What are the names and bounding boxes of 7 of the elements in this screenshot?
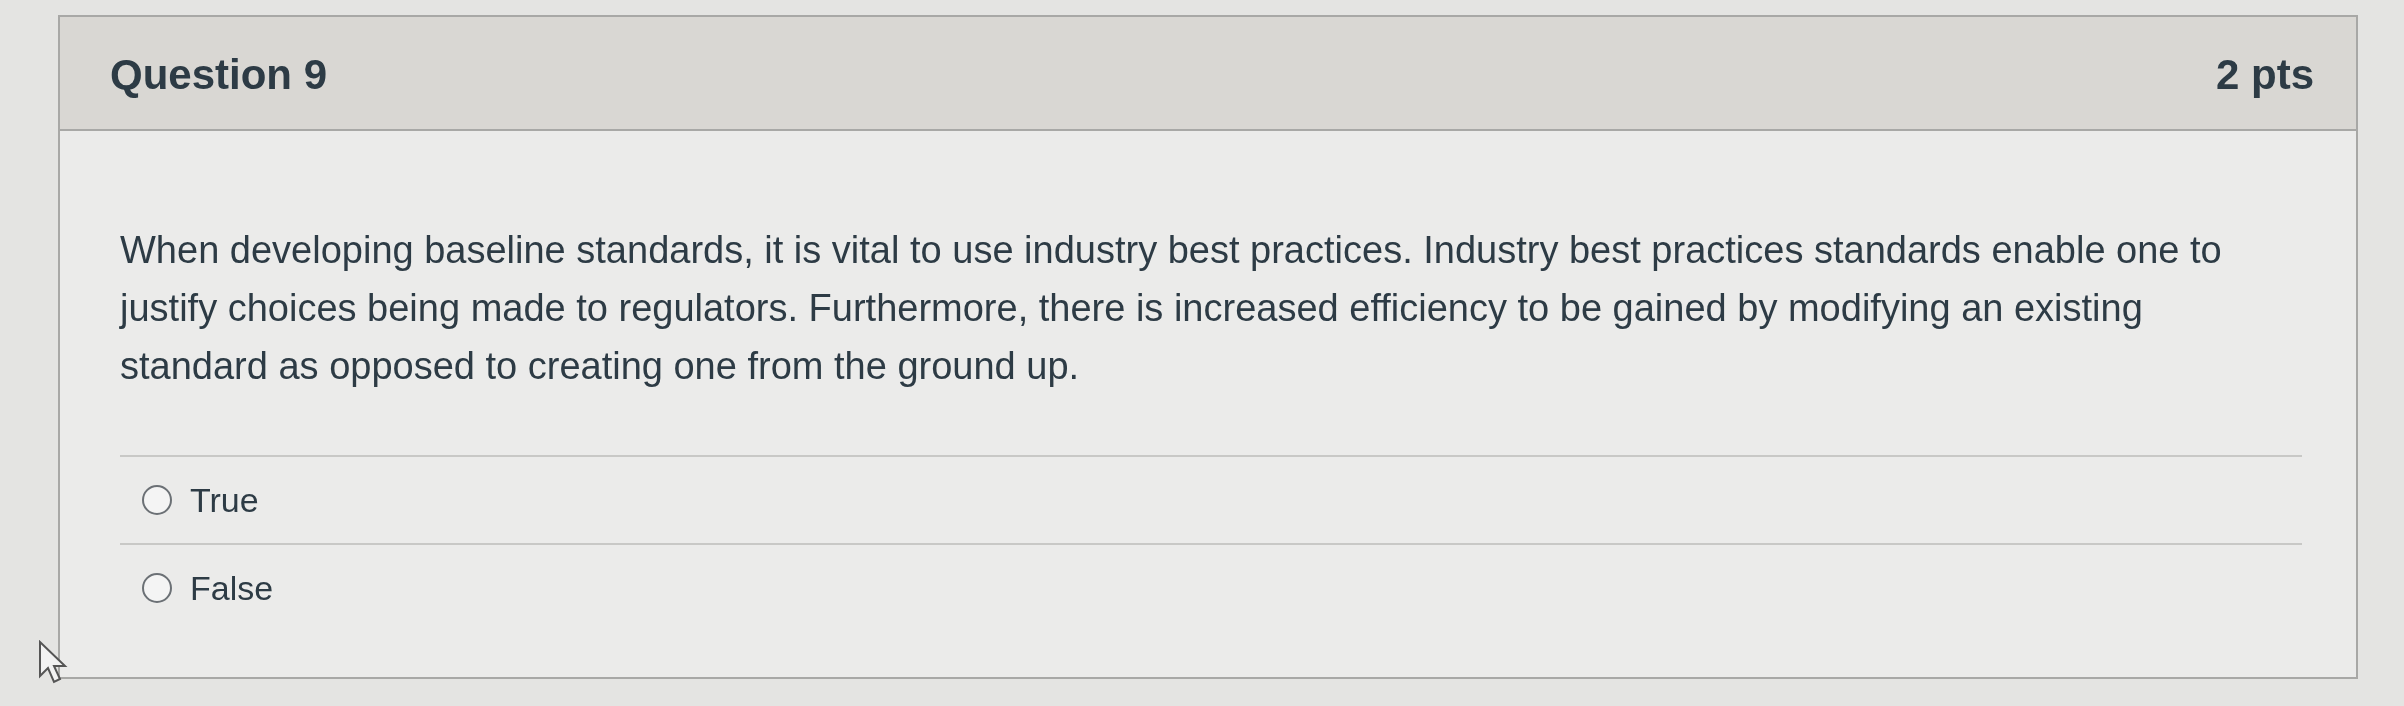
option-label: True	[190, 479, 259, 521]
radio-button[interactable]	[142, 485, 172, 515]
radio-button[interactable]	[142, 573, 172, 603]
option-label: False	[190, 567, 274, 609]
question-title: Question 9	[110, 50, 328, 100]
question-text: When developing baseline standards, it is vital to use industry best practices. Industry best practices standards enable one to justify choices being made to regulators. Furthermore, there is increased efficiency to be gained by modifying an existing standard as opposed to creating one from the ground up.	[120, 228, 2223, 389]
points-label: 2 pts	[2215, 50, 2314, 100]
